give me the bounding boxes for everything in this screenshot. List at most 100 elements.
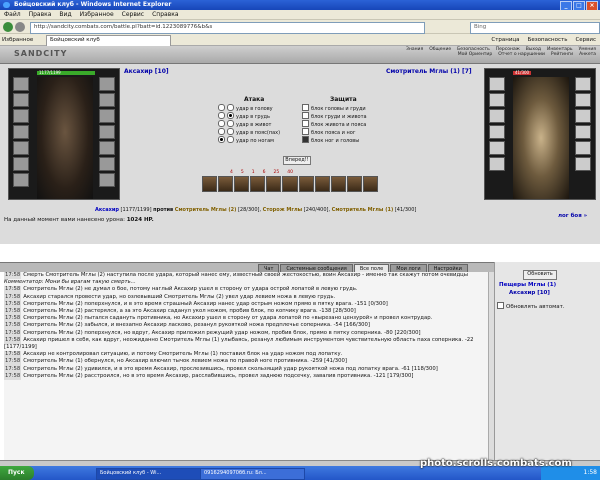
skill-icon[interactable] [266,176,282,192]
timestamp: 17:58 [4,315,22,323]
radio-icon[interactable] [227,136,234,143]
nav-link[interactable]: Мой Ориентир [458,52,492,57]
equipment-slot[interactable] [99,77,115,91]
skill-icon[interactable] [362,176,379,192]
equipment-slot[interactable] [13,109,29,123]
taskbar-item[interactable]: 09162940970бб.ru: Бл... [200,468,305,480]
nav-link[interactable]: Рейтинги [551,52,573,57]
equipment-slot[interactable] [13,157,29,171]
equipment-slot[interactable] [99,157,115,171]
equipment-slot [489,157,505,171]
checkbox-icon[interactable] [302,120,309,127]
favorites-button[interactable]: Избранное [2,34,33,46]
chat-log: 17:58 Смерть Смотритель Мглы (2) наступил… [4,272,488,460]
participant-name[interactable]: Смотритель Мглы (1) [332,207,394,213]
equipment-slot [575,125,591,139]
chat-line: 17:58 Смотритель Мглы (1) обернулся, но А… [4,358,488,366]
equipment-slot[interactable] [99,125,115,139]
equipment-slot[interactable] [99,141,115,155]
radio-icon[interactable] [218,128,225,135]
defense-option[interactable]: блок ног и головы [302,136,359,145]
equipment-slot[interactable] [13,93,29,107]
refresh-button[interactable]: Обновить [523,270,557,280]
attack-header: Атака [244,96,265,103]
radio-icon-selected[interactable] [227,112,234,119]
equipment-slot[interactable] [13,173,29,187]
skill-icon[interactable] [250,176,266,192]
menu-help[interactable]: Справка [152,10,178,19]
page-menu[interactable]: Страница [491,34,519,46]
chat-line: 17:58 Смотритель Мглы (2) поперхнулся, и … [4,300,488,309]
window-titlebar: Бойцовский клуб - Windows Internet Explo… [0,0,600,11]
nav-link[interactable]: Общение [429,47,451,52]
battle-participants: Аксахир [1177/1199] против Смотритель Мг… [95,207,417,213]
skill-icon[interactable] [282,176,298,192]
menu-tools[interactable]: Сервис [122,10,144,19]
timestamp: 17:58 [4,308,22,316]
start-button[interactable]: Пуск [0,466,34,480]
nav-link[interactable]: Анкета [579,52,596,57]
skill-icon[interactable] [330,176,346,192]
skill-icon[interactable] [298,176,314,192]
auto-refresh-label: Обновлять автомат. [506,304,565,310]
radio-icon-selected[interactable] [218,136,225,143]
skill-icon[interactable] [202,176,218,192]
go-button[interactable]: Вперед!! [283,156,311,165]
battle-log-link[interactable]: лог боя » [558,213,598,219]
radio-icon[interactable] [227,120,234,127]
nav-link[interactable]: Отчет о нарушении [498,52,545,57]
equipment-slot[interactable] [99,173,115,187]
menu-view[interactable]: Вид [59,10,71,19]
equipment-slot [575,93,591,107]
skill-icon-strip [202,176,379,192]
radio-icon[interactable] [227,104,234,111]
participant-name[interactable]: Смотритель Мглы (2) [175,207,237,213]
equipment-slot[interactable] [13,125,29,139]
defense-label: блок ног и головы [311,138,360,144]
checkbox-icon[interactable] [302,104,309,111]
tools-menu[interactable]: Сервис [575,34,596,46]
checkbox-icon-checked[interactable] [302,136,309,143]
vs-label: против [153,207,174,213]
chat-line: 17:58 Аксахир старался провести удар, но … [4,293,488,301]
menu-edit[interactable]: Правка [29,10,52,19]
timestamp: 17:58 [4,358,22,366]
search-input[interactable]: Bing [470,22,600,34]
equipment-slot[interactable] [13,141,29,155]
back-icon[interactable] [3,22,13,32]
chat-text: Смотритель Мглы (2) пытался садануть про… [23,315,433,322]
right-player-name[interactable]: Смотритель Мглы (1) [7] [386,68,472,75]
participant-name[interactable]: Аксахир [95,207,119,213]
checkbox-icon[interactable] [302,112,309,119]
taskbar-item[interactable]: Бойцовский клуб - Wi... [96,468,201,480]
attack-label: удар по ногам [236,138,274,144]
menu-file[interactable]: Файл [4,10,21,19]
location-player[interactable]: Аксахир [10] [509,290,550,296]
forward-icon[interactable] [15,22,25,32]
skill-icon[interactable] [218,176,234,192]
left-player-name[interactable]: Аксахир [10] [124,68,169,75]
radio-icon[interactable] [218,104,225,111]
url-input[interactable]: http://sandcity.combats.com/battle.pl?ba… [30,22,425,34]
skill-icon[interactable] [234,176,250,192]
safety-menu[interactable]: Безопасность [528,34,568,46]
menu-favorites[interactable]: Избранное [80,10,114,19]
radio-icon[interactable] [218,112,225,119]
game-header: SANDCITY Знания Общение Безопасность Пер… [0,46,600,64]
skill-icon[interactable] [314,176,330,192]
nav-link[interactable]: Знания [406,47,423,52]
auto-refresh-row[interactable]: Обновлять автомат. [497,302,565,310]
right-player-panel: 41/300 [484,68,596,200]
radio-icon[interactable] [227,128,234,135]
equipment-slot[interactable] [99,109,115,123]
attack-option[interactable]: удар по ногам [218,136,274,145]
radio-icon[interactable] [218,120,225,127]
ie-icon [3,2,10,8]
checkbox-icon[interactable] [497,302,504,309]
checkbox-icon[interactable] [302,128,309,135]
skill-icon[interactable] [346,176,362,192]
equipment-slot[interactable] [99,93,115,107]
left-player-panel: 1177/1199 [8,68,120,200]
participant-name[interactable]: Сторож Мглы [263,207,303,213]
equipment-slot[interactable] [13,77,29,91]
